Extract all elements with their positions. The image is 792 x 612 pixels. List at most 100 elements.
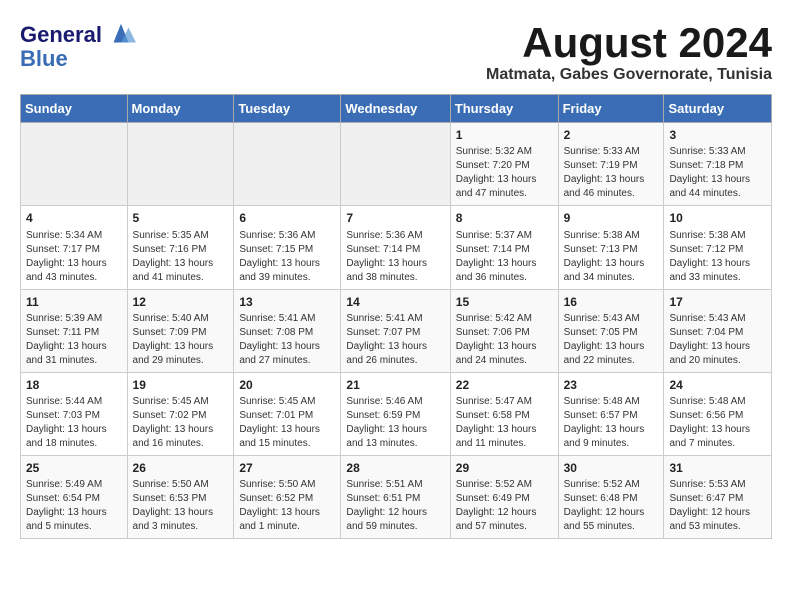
calendar-week-4: 18 Sunrise: 5:44 AM Sunset: 7:03 PM Dayli…	[21, 372, 772, 455]
day-number: 11	[26, 294, 122, 310]
calendar-cell: 28Sunrise: 5:51 AM Sunset: 6:51 PM Dayli…	[341, 455, 450, 538]
calendar-cell: 12 Sunrise: 5:40 AM Sunset: 7:09 PM Dayli…	[127, 289, 234, 372]
calendar-cell: 2 Sunrise: 5:33 AM Sunset: 7:19 PM Daylig…	[558, 123, 664, 206]
day-info: Sunrise: 5:36 AM Sunset: 7:14 PM Dayligh…	[346, 229, 444, 285]
day-info: Sunrise: 5:53 AM Sunset: 6:47 PM Dayligh…	[669, 478, 766, 534]
calendar-cell: 17 Sunrise: 5:43 AM Sunset: 7:04 PM Dayli…	[664, 289, 772, 372]
calendar-cell: 22Sunrise: 5:47 AM Sunset: 6:58 PM Dayli…	[450, 372, 558, 455]
calendar-week-1: 1Sunrise: 5:32 AM Sunset: 7:20 PM Daylig…	[21, 123, 772, 206]
subtitle: Matmata, Gabes Governorate, Tunisia	[486, 66, 772, 84]
calendar-cell: 26 Sunrise: 5:50 AM Sunset: 6:53 PM Dayli…	[127, 455, 234, 538]
calendar-cell: 29 Sunrise: 5:52 AM Sunset: 6:49 PM Dayli…	[450, 455, 558, 538]
day-number: 13	[239, 294, 335, 310]
calendar-cell: 30Sunrise: 5:52 AM Sunset: 6:48 PM Dayli…	[558, 455, 664, 538]
logo-text: General	[20, 23, 102, 47]
day-number: 12	[133, 294, 229, 310]
day-number: 9	[564, 210, 659, 226]
calendar-cell: 15Sunrise: 5:42 AM Sunset: 7:06 PM Dayli…	[450, 289, 558, 372]
calendar-cell	[127, 123, 234, 206]
day-number: 27	[239, 460, 335, 476]
calendar-cell: 19Sunrise: 5:45 AM Sunset: 7:02 PM Dayli…	[127, 372, 234, 455]
day-number: 24	[669, 377, 766, 393]
calendar-week-2: 4 Sunrise: 5:34 AM Sunset: 7:17 PM Daylig…	[21, 206, 772, 289]
calendar-cell: 11 Sunrise: 5:39 AM Sunset: 7:11 PM Dayli…	[21, 289, 128, 372]
day-header-saturday: Saturday	[664, 95, 772, 123]
day-info: Sunrise: 5:38 AM Sunset: 7:12 PM Dayligh…	[669, 229, 766, 285]
calendar-cell: 1Sunrise: 5:32 AM Sunset: 7:20 PM Daylig…	[450, 123, 558, 206]
day-info: Sunrise: 5:48 AM Sunset: 6:56 PM Dayligh…	[669, 395, 766, 451]
day-info: Sunrise: 5:43 AM Sunset: 7:04 PM Dayligh…	[669, 312, 766, 368]
calendar-cell: 27Sunrise: 5:50 AM Sunset: 6:52 PM Dayli…	[234, 455, 341, 538]
day-info: Sunrise: 5:49 AM Sunset: 6:54 PM Dayligh…	[26, 478, 122, 534]
day-info: Sunrise: 5:52 AM Sunset: 6:49 PM Dayligh…	[456, 478, 553, 534]
calendar-cell: 3 Sunrise: 5:33 AM Sunset: 7:18 PM Daylig…	[664, 123, 772, 206]
day-number: 23	[564, 377, 659, 393]
calendar-cell: 18 Sunrise: 5:44 AM Sunset: 7:03 PM Dayli…	[21, 372, 128, 455]
day-info: Sunrise: 5:40 AM Sunset: 7:09 PM Dayligh…	[133, 312, 229, 368]
day-number: 3	[669, 127, 766, 143]
day-number: 22	[456, 377, 553, 393]
calendar-cell: 21Sunrise: 5:46 AM Sunset: 6:59 PM Dayli…	[341, 372, 450, 455]
day-header-monday: Monday	[127, 95, 234, 123]
calendar-week-3: 11 Sunrise: 5:39 AM Sunset: 7:11 PM Dayli…	[21, 289, 772, 372]
day-number: 25	[26, 460, 122, 476]
day-number: 10	[669, 210, 766, 226]
day-number: 5	[133, 210, 229, 226]
calendar-cell: 31 Sunrise: 5:53 AM Sunset: 6:47 PM Dayli…	[664, 455, 772, 538]
calendar-cell: 16 Sunrise: 5:43 AM Sunset: 7:05 PM Dayli…	[558, 289, 664, 372]
day-number: 17	[669, 294, 766, 310]
day-number: 29	[456, 460, 553, 476]
day-info: Sunrise: 5:38 AM Sunset: 7:13 PM Dayligh…	[564, 229, 659, 285]
day-info: Sunrise: 5:36 AM Sunset: 7:15 PM Dayligh…	[239, 229, 335, 285]
calendar-table: SundayMondayTuesdayWednesdayThursdayFrid…	[20, 94, 772, 539]
day-info: Sunrise: 5:33 AM Sunset: 7:18 PM Dayligh…	[669, 145, 766, 201]
calendar-cell: 5 Sunrise: 5:35 AM Sunset: 7:16 PM Daylig…	[127, 206, 234, 289]
day-number: 31	[669, 460, 766, 476]
day-info: Sunrise: 5:39 AM Sunset: 7:11 PM Dayligh…	[26, 312, 122, 368]
calendar-cell: 8 Sunrise: 5:37 AM Sunset: 7:14 PM Daylig…	[450, 206, 558, 289]
calendar-cell: 10 Sunrise: 5:38 AM Sunset: 7:12 PM Dayli…	[664, 206, 772, 289]
day-header-friday: Friday	[558, 95, 664, 123]
day-info: Sunrise: 5:45 AM Sunset: 7:02 PM Dayligh…	[133, 395, 229, 451]
day-number: 15	[456, 294, 553, 310]
day-info: Sunrise: 5:32 AM Sunset: 7:20 PM Dayligh…	[456, 145, 553, 201]
day-info: Sunrise: 5:50 AM Sunset: 6:53 PM Dayligh…	[133, 478, 229, 534]
day-number: 16	[564, 294, 659, 310]
day-number: 18	[26, 377, 122, 393]
title-area: August 2024 Matmata, Gabes Governorate, …	[486, 20, 772, 84]
day-number: 4	[26, 210, 122, 226]
day-info: Sunrise: 5:41 AM Sunset: 7:08 PM Dayligh…	[239, 312, 335, 368]
day-number: 6	[239, 210, 335, 226]
day-number: 2	[564, 127, 659, 143]
day-info: Sunrise: 5:48 AM Sunset: 6:57 PM Dayligh…	[564, 395, 659, 451]
header: General Blue August 2024 Matmata, Gabes …	[20, 20, 772, 84]
calendar-cell: 7 Sunrise: 5:36 AM Sunset: 7:14 PM Daylig…	[341, 206, 450, 289]
calendar-cell: 13 Sunrise: 5:41 AM Sunset: 7:08 PM Dayli…	[234, 289, 341, 372]
day-info: Sunrise: 5:34 AM Sunset: 7:17 PM Dayligh…	[26, 229, 122, 285]
day-header-thursday: Thursday	[450, 95, 558, 123]
calendar-cell	[234, 123, 341, 206]
calendar-cell: 24 Sunrise: 5:48 AM Sunset: 6:56 PM Dayli…	[664, 372, 772, 455]
day-info: Sunrise: 5:35 AM Sunset: 7:16 PM Dayligh…	[133, 229, 229, 285]
main-title: August 2024	[486, 20, 772, 66]
day-number: 28	[346, 460, 444, 476]
calendar-cell: 6 Sunrise: 5:36 AM Sunset: 7:15 PM Daylig…	[234, 206, 341, 289]
calendar-cell	[341, 123, 450, 206]
calendar-header-row: SundayMondayTuesdayWednesdayThursdayFrid…	[21, 95, 772, 123]
day-info: Sunrise: 5:41 AM Sunset: 7:07 PM Dayligh…	[346, 312, 444, 368]
day-info: Sunrise: 5:44 AM Sunset: 7:03 PM Dayligh…	[26, 395, 122, 451]
calendar-cell: 14Sunrise: 5:41 AM Sunset: 7:07 PM Dayli…	[341, 289, 450, 372]
day-info: Sunrise: 5:37 AM Sunset: 7:14 PM Dayligh…	[456, 229, 553, 285]
day-header-sunday: Sunday	[21, 95, 128, 123]
day-info: Sunrise: 5:46 AM Sunset: 6:59 PM Dayligh…	[346, 395, 444, 451]
logo: General Blue	[20, 20, 136, 72]
day-header-tuesday: Tuesday	[234, 95, 341, 123]
day-info: Sunrise: 5:43 AM Sunset: 7:05 PM Dayligh…	[564, 312, 659, 368]
day-number: 26	[133, 460, 229, 476]
day-number: 8	[456, 210, 553, 226]
day-info: Sunrise: 5:33 AM Sunset: 7:19 PM Dayligh…	[564, 145, 659, 201]
calendar-week-5: 25 Sunrise: 5:49 AM Sunset: 6:54 PM Dayli…	[21, 455, 772, 538]
calendar-cell: 25 Sunrise: 5:49 AM Sunset: 6:54 PM Dayli…	[21, 455, 128, 538]
day-number: 7	[346, 210, 444, 226]
day-info: Sunrise: 5:52 AM Sunset: 6:48 PM Dayligh…	[564, 478, 659, 534]
